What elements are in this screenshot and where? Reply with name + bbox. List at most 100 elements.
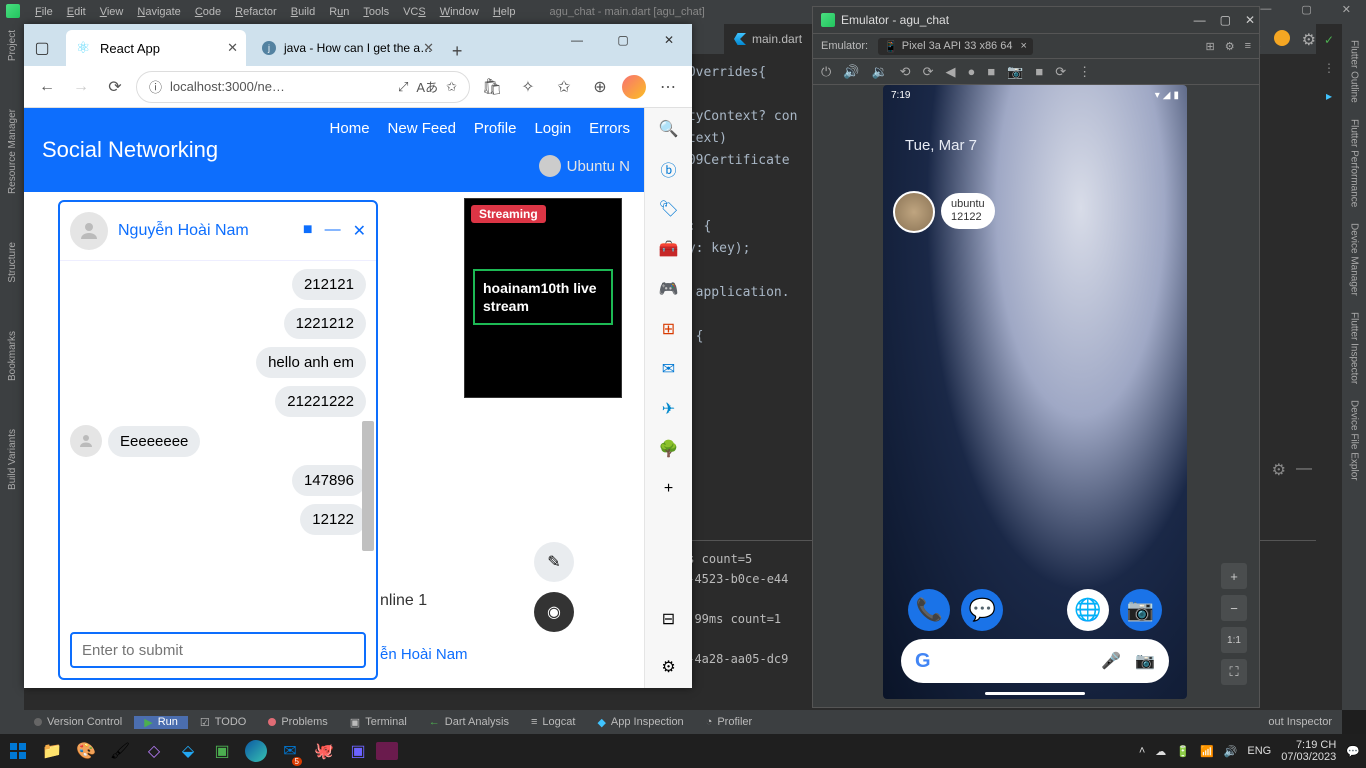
bottom-terminal[interactable]: ▣Terminal	[340, 716, 417, 729]
rotate-left-icon[interactable]: ⟲	[900, 64, 911, 80]
menu-run[interactable]: Run	[322, 6, 356, 18]
profile-avatar[interactable]	[622, 75, 646, 99]
translate-icon[interactable]: Aあ	[416, 77, 438, 96]
settings-icon[interactable]: ⚙	[658, 656, 680, 678]
volume-icon[interactable]: 🔊	[1224, 745, 1238, 758]
nav-profile[interactable]: Profile	[474, 120, 517, 137]
rail-flutter-perf[interactable]: Flutter Performance	[1349, 119, 1360, 207]
menu-refactor[interactable]: Refactor	[228, 6, 284, 18]
zoom-in[interactable]: +	[1221, 563, 1247, 589]
bottom-problems[interactable]: Problems	[258, 716, 337, 728]
terminal-icon[interactable]	[376, 742, 398, 760]
stream-box[interactable]: Streaming hoainam10th live stream	[464, 198, 622, 398]
rail-device-file[interactable]: Device File Explor	[1349, 400, 1360, 481]
scrollbar-thumb[interactable]	[362, 421, 374, 551]
collections-icon[interactable]: ⊕	[586, 73, 614, 101]
user-link[interactable]: ễn Hoài Nam	[380, 646, 468, 663]
menu-view[interactable]: View	[93, 6, 131, 18]
overview-icon[interactable]: ■	[987, 64, 995, 79]
wifi-icon[interactable]: 📶	[1200, 745, 1214, 758]
rail-device-mgr[interactable]: Device Manager	[1349, 223, 1360, 296]
gear-icon[interactable]: ⚙	[1272, 460, 1286, 480]
mic-icon[interactable]: 🎤	[1101, 651, 1121, 671]
explorer-icon[interactable]: 📁	[36, 734, 68, 768]
phone-icon[interactable]: 📞	[908, 589, 950, 631]
sort-icon[interactable]: ≡	[1245, 40, 1251, 53]
onedrive-icon[interactable]: ☁	[1155, 745, 1166, 758]
vs-icon[interactable]: ◇	[138, 734, 170, 768]
rail-build-variants[interactable]: Build Variants	[7, 429, 18, 490]
home-icon[interactable]: ●	[967, 64, 975, 79]
bottom-todo[interactable]: ☑TODO	[190, 716, 256, 729]
menu-code[interactable]: Code	[188, 6, 228, 18]
rail-flutter-insp[interactable]: Flutter Inspector	[1349, 312, 1360, 384]
close-icon[interactable]: ✕	[1245, 13, 1255, 27]
volup-icon[interactable]: 🔊	[843, 64, 859, 80]
start-button[interactable]	[2, 734, 34, 768]
nav-home[interactable]: Home	[330, 120, 370, 137]
rail-project[interactable]: Project	[7, 30, 18, 61]
github-icon[interactable]: 🐙	[308, 734, 340, 768]
chat-head-bubble[interactable]: ubuntu 12122	[941, 193, 995, 229]
more-icon[interactable]: ⋯	[654, 73, 682, 101]
minimize-icon[interactable]: —	[554, 24, 600, 56]
maximize-icon[interactable]: ▢	[600, 24, 646, 56]
tab-overview-icon[interactable]: ▢	[24, 30, 60, 66]
tab-close-icon[interactable]: ✕	[227, 40, 238, 56]
browser-tab-react[interactable]: React App ✕	[66, 30, 246, 66]
chat-head-avatar[interactable]	[893, 191, 935, 233]
lens-icon[interactable]: 📷	[1135, 651, 1155, 671]
browser-tab-java[interactable]: j java - How can I get the a… ✕	[252, 30, 442, 66]
chevron-up-icon[interactable]: ˄	[1139, 745, 1145, 757]
forward-icon[interactable]: →	[68, 74, 94, 100]
menu-build[interactable]: Build	[284, 6, 322, 18]
close-icon[interactable]: ✕	[646, 24, 692, 56]
rail-bookmarks[interactable]: Bookmarks	[7, 331, 18, 381]
zoom-reset[interactable]: 1:1	[1221, 627, 1247, 653]
chat-input[interactable]	[70, 632, 366, 668]
ide-close-icon[interactable]: ✕	[1335, 3, 1358, 16]
mail-icon[interactable]: ✉5	[274, 734, 306, 768]
android-studio-icon[interactable]: ▣	[206, 734, 238, 768]
games-icon[interactable]: 🎮	[658, 278, 680, 300]
refresh-icon[interactable]: ⟳	[1055, 64, 1066, 80]
menu-tools[interactable]: Tools	[356, 6, 396, 18]
favorite-icon[interactable]: ✩	[446, 79, 457, 95]
rotate-right-icon[interactable]: ⟳	[923, 64, 934, 80]
gimp-icon[interactable]: 🖌	[104, 734, 136, 768]
zoom-out[interactable]: −	[1221, 595, 1247, 621]
app-icon[interactable]: ▣	[342, 734, 374, 768]
maximize-icon[interactable]: ▢	[1220, 13, 1231, 27]
menu-window[interactable]: Window	[433, 6, 486, 18]
settings-icon[interactable]: ⚙	[1302, 30, 1316, 50]
rail-structure[interactable]: Structure	[7, 242, 18, 283]
minimize-icon[interactable]: —	[1194, 13, 1206, 27]
rail-resource[interactable]: Resource Manager	[7, 109, 18, 194]
info-icon[interactable]: ⓘ	[149, 77, 162, 96]
paint-icon[interactable]: 🎨	[70, 734, 102, 768]
shopping-icon[interactable]: 🏷	[658, 198, 680, 220]
back-icon[interactable]: ←	[34, 74, 60, 100]
tree-icon[interactable]: 🌳	[658, 438, 680, 460]
reader-icon[interactable]: ⤢	[398, 79, 408, 95]
window-icon[interactable]: ⊞	[1205, 40, 1214, 53]
menu-file[interactable]: File	[28, 6, 60, 18]
app-brand[interactable]: Social Networking	[42, 137, 218, 163]
more-icon[interactable]: ⋮	[1321, 60, 1337, 76]
emulator-screen[interactable]: 7:19 ▾◢▮ Tue, Mar 7 ubuntu 12122 📞 💬 🌐 📷…	[883, 85, 1187, 699]
rail-flutter-outline[interactable]: Flutter Outline	[1349, 40, 1360, 103]
device-selector[interactable]: 📱Pixel 3a API 33 x86 64×	[878, 38, 1033, 55]
battery-icon[interactable]: 🔋	[1176, 745, 1190, 758]
office-icon[interactable]: ⊞	[658, 318, 680, 340]
avatar-icon[interactable]	[1274, 30, 1290, 46]
flutter-icon[interactable]: ▸	[1321, 88, 1337, 104]
bing-icon[interactable]: ⓑ	[658, 158, 680, 180]
video-icon[interactable]: ■	[303, 221, 313, 241]
chat-name[interactable]: Nguyễn Hoài Nam	[118, 222, 249, 240]
bottom-vc[interactable]: Version Control	[24, 716, 132, 728]
shopping-icon[interactable]: 🛍	[478, 73, 506, 101]
notifications-icon[interactable]: 💬	[1346, 745, 1360, 758]
zoom-fit[interactable]: ⛶	[1221, 659, 1247, 685]
bottom-dart[interactable]: ←Dart Analysis	[419, 716, 519, 728]
taskbar-clock[interactable]: 7:19 CH 07/03/2023	[1281, 739, 1336, 763]
